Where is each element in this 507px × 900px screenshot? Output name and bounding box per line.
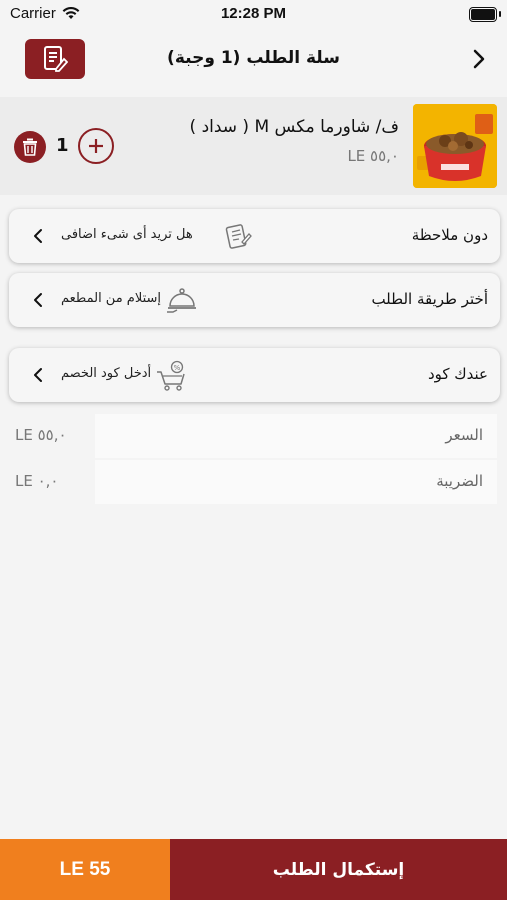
chevron-left-icon — [34, 293, 42, 307]
status-time: 12:28 PM — [220, 5, 287, 22]
note-icon — [221, 221, 253, 253]
price-row: السعر LE ٥٥,٠ — [7, 414, 497, 458]
svg-text:%: % — [174, 364, 181, 372]
tax-value: LE ٠,٠ — [15, 472, 59, 490]
status-bar: Carrier 12:28 PM — [0, 0, 507, 30]
chevron-left-icon — [34, 368, 42, 382]
battery-icon — [469, 7, 501, 22]
discount-card[interactable]: عندك كود % أدخل كود الخصم — [9, 348, 500, 402]
nav-bar: سلة الطلب (1 وجبة) — [0, 30, 507, 90]
order-total: LE 55 — [0, 839, 170, 900]
bottom-bar: LE 55 إستكمال الطلب — [0, 839, 507, 900]
food-cloche-icon — [165, 285, 197, 317]
item-quantity: 1 — [56, 135, 69, 156]
note-card[interactable]: دون ملاحظة هل تريد أى شىء اضافى — [9, 209, 500, 263]
tax-label: الضريبة — [436, 472, 483, 490]
tax-row: الضريبة LE ٠,٠ — [7, 460, 497, 504]
cart-item-row: ف/ شاورما مكس M ( سداد ) LE ٥٥,٠ 1 — [0, 97, 507, 195]
order-method-value: إستلام من المطعم — [61, 291, 162, 306]
item-image — [413, 104, 497, 188]
item-price: LE ٥٥,٠ — [347, 147, 399, 165]
note-prompt: هل تريد أى شىء اضافى — [61, 227, 193, 242]
item-name: ف/ شاورما مكس M ( سداد ) — [189, 117, 399, 137]
chevron-right-icon — [473, 49, 485, 69]
price-label: السعر — [445, 426, 483, 444]
chevron-left-icon — [34, 229, 42, 243]
price-value: LE ٥٥,٠ — [15, 426, 67, 444]
back-button[interactable] — [467, 46, 491, 72]
order-method-card[interactable]: أختر طريقة الطلب إستلام من المطعم — [9, 273, 500, 327]
discount-label: عندك كود — [427, 365, 488, 383]
delete-item-button[interactable] — [14, 131, 46, 163]
order-method-label: أختر طريقة الطلب — [371, 290, 488, 308]
discount-cart-icon: % — [155, 360, 187, 392]
trash-icon — [23, 138, 37, 156]
note-label: دون ملاحظة — [411, 226, 488, 244]
page-title: سلة الطلب (1 وجبة) — [167, 48, 340, 68]
discount-prompt: أدخل كود الخصم — [61, 366, 152, 381]
increase-quantity-button[interactable] — [78, 128, 114, 164]
plus-icon — [89, 139, 103, 153]
checkout-button[interactable]: إستكمال الطلب — [170, 839, 507, 900]
